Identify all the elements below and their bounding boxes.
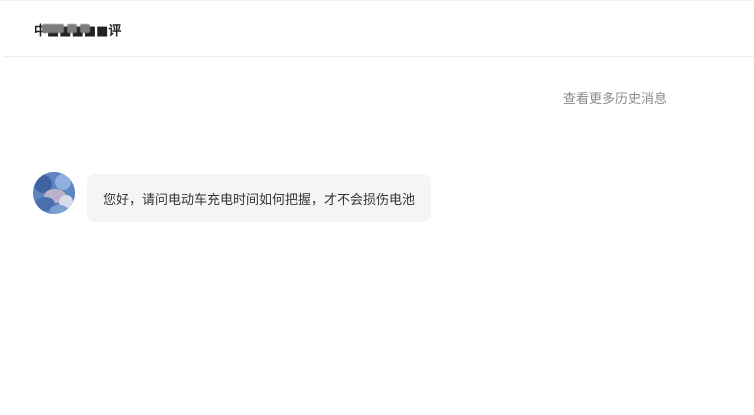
message-bubble: 您好，请问电动车充电时间如何把握，才不会损伤电池 (87, 174, 432, 222)
message-text: 您好，请问电动车充电时间如何把握，才不会损伤电池 (103, 192, 416, 208)
chat-page: 中■■■■■评 查看更多历史消息 您好，请问电动车充电时间如何把握，才不会损伤电… (0, 0, 754, 415)
avatar-image (33, 172, 75, 214)
user-avatar-icon[interactable] (33, 172, 75, 214)
view-more-history-link[interactable]: 查看更多历史消息 (563, 88, 667, 107)
title-redaction (42, 24, 64, 33)
chat-header: 中■■■■■评 (4, 1, 754, 57)
title-redaction (80, 24, 90, 33)
title-redaction (67, 24, 77, 33)
